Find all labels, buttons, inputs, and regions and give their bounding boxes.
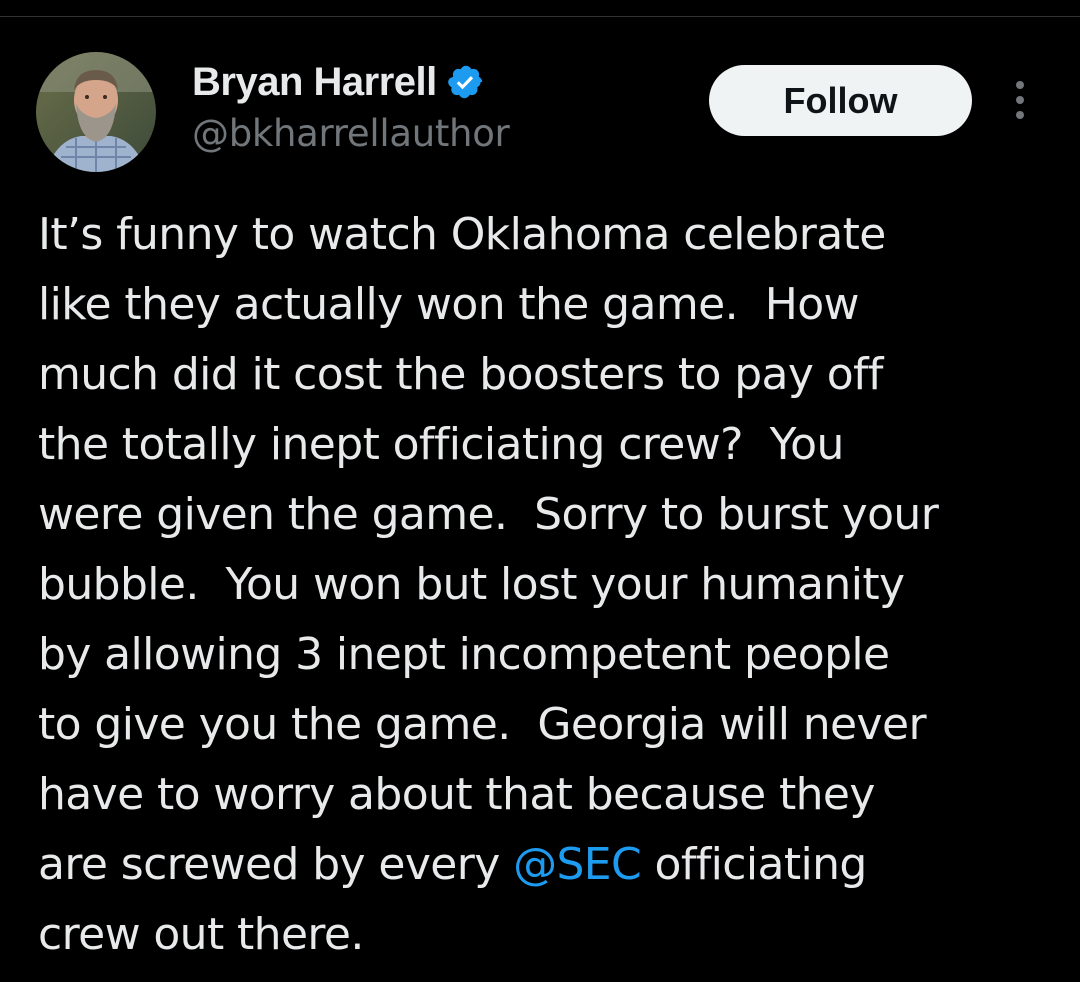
more-vertical-icon[interactable] bbox=[1003, 78, 1037, 122]
tweet-line: much did it cost the boosters to pay off bbox=[38, 349, 883, 400]
tweet-text-segment: are screwed by every bbox=[38, 839, 514, 890]
avatar[interactable] bbox=[36, 52, 156, 172]
follow-button[interactable]: Follow bbox=[709, 65, 972, 136]
tweet-line: It’s funny to watch Oklahoma celebrate bbox=[38, 209, 886, 260]
verified-badge-icon[interactable] bbox=[447, 63, 485, 101]
avatar-photo bbox=[36, 52, 156, 172]
tweet-text: It’s funny to watch Oklahoma celebrate l… bbox=[38, 200, 1048, 970]
tweet-line: were given the game. Sorry to burst your bbox=[38, 489, 939, 540]
author-handle[interactable]: @bkharrellauthor bbox=[192, 112, 510, 155]
tweet-line: by allowing 3 inept incompetent people bbox=[38, 629, 890, 680]
top-divider bbox=[0, 16, 1080, 17]
tweet-line: like they actually won the game. How bbox=[38, 279, 860, 330]
tweet-line: to give you the game. Georgia will never bbox=[38, 699, 927, 750]
mention-link-sec[interactable]: @SEC bbox=[513, 839, 642, 890]
tweet-line: have to worry about that because they bbox=[38, 769, 875, 820]
tweet-line: bubble. You won but lost your humanity bbox=[38, 559, 905, 610]
tweet-line-with-mention: are screwed by every @SEC officiating bbox=[38, 830, 1048, 900]
tweet-line: crew out there. bbox=[38, 909, 364, 960]
tweet-text-segment: officiating bbox=[641, 839, 868, 890]
tweet-line: the totally inept officiating crew? You bbox=[38, 419, 844, 470]
author-name-row: Bryan Harrell bbox=[192, 56, 485, 108]
author-display-name[interactable]: Bryan Harrell bbox=[192, 60, 437, 105]
